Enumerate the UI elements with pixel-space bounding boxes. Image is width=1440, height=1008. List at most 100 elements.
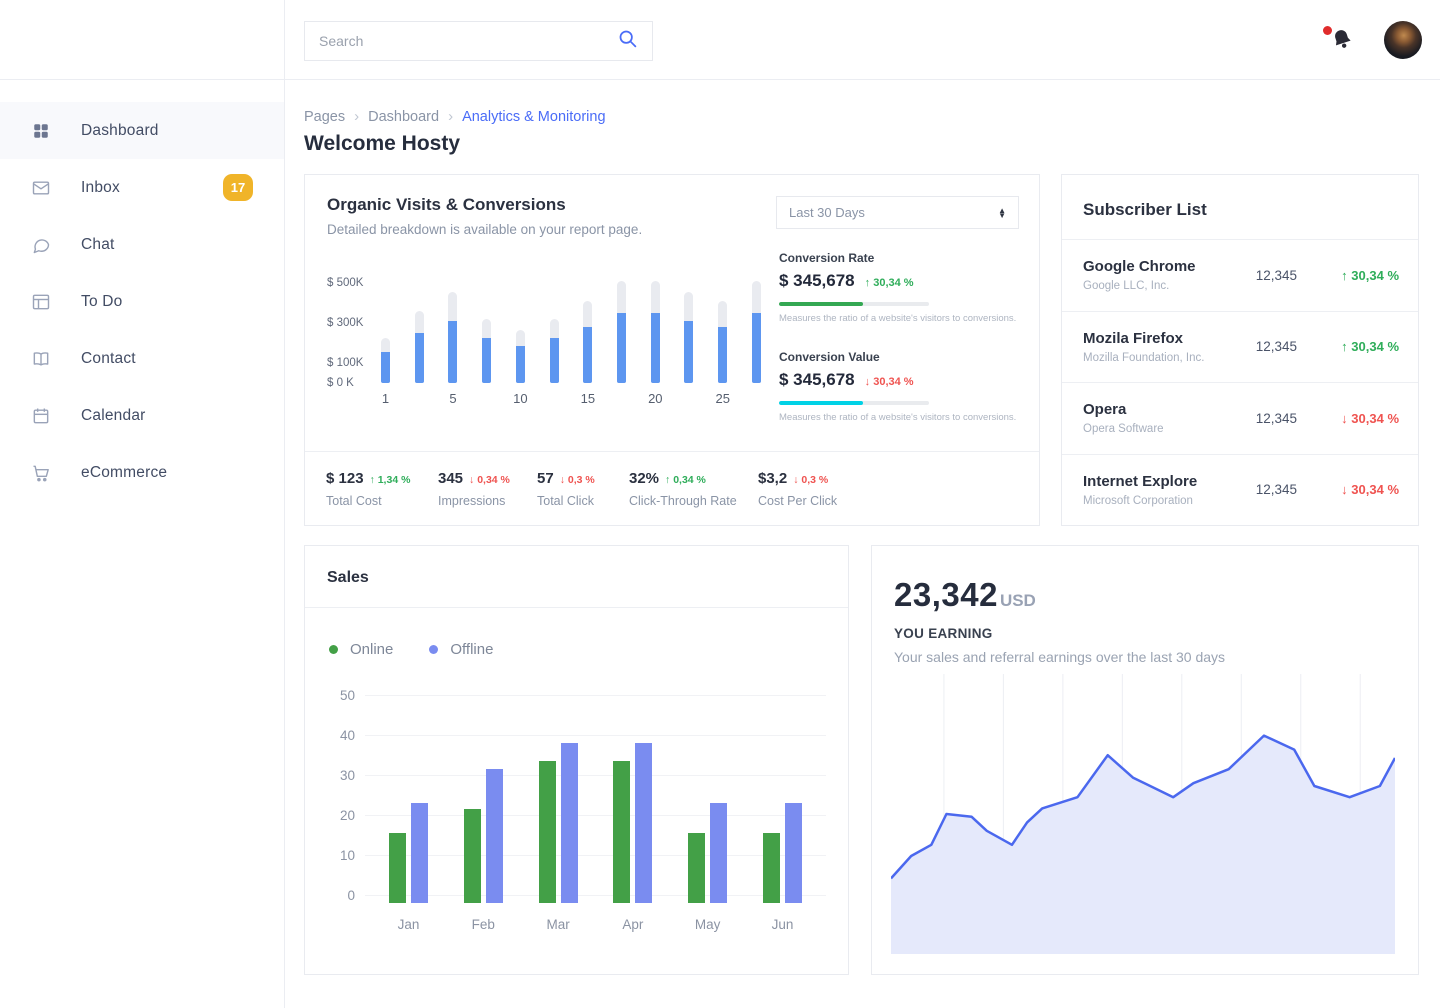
bar-group: Apr [613, 680, 652, 932]
stat-value: $ 123 [326, 470, 364, 487]
subscriber-row-firefox[interactable]: Mozila Firefox Mozilla Foundation, Inc. … [1062, 311, 1418, 383]
x-tick-label: 20 [635, 391, 675, 406]
notification-dot [1323, 26, 1332, 35]
conversions-bar [482, 338, 491, 383]
conversion-value-caption: Measures the ratio of a website's visito… [779, 412, 1023, 423]
subscriber-delta: ↓ 30,34 % [1323, 482, 1399, 497]
bar-group: Feb [464, 680, 503, 932]
breadcrumb-current[interactable]: Analytics & Monitoring [462, 109, 605, 125]
subscriber-name: Internet Explore [1083, 473, 1256, 490]
bar-group [718, 271, 727, 383]
stat-label: Click-Through Rate [629, 494, 758, 508]
conversion-rate-block: Conversion Rate $ 345,678 ↑ 30,34 % Meas… [779, 251, 1023, 324]
conversions-bar [516, 346, 525, 383]
breadcrumb: Pages › Dashboard › Analytics & Monitori… [304, 108, 1419, 125]
subscriber-row-ie[interactable]: Internet Explore Microsoft Corporation 1… [1062, 454, 1418, 526]
trend-arrow-icon: ↑ [665, 474, 670, 486]
y-tick-label: $ 300K [327, 317, 363, 329]
online-bar [763, 833, 780, 903]
search-icon[interactable] [617, 28, 638, 54]
stat-cpc: $3,2 ↓ 0,3 % Cost Per Click [758, 470, 837, 508]
x-tick-label: Feb [464, 917, 503, 932]
sidebar-nav: Dashboard Inbox 17 Chat [0, 102, 284, 501]
sidebar-item-chat[interactable]: Chat [0, 216, 284, 273]
stat-delta: ↑ 1,34 % [370, 474, 411, 486]
card-title: Sales [305, 546, 848, 608]
subscriber-count: 12,345 [1256, 482, 1297, 497]
conversions-bar [583, 327, 592, 383]
sidebar-item-label: Dashboard [81, 122, 159, 140]
trend-arrow-icon: ↓ [469, 474, 474, 486]
online-bar [688, 833, 705, 903]
stat-label: Total Click [537, 494, 629, 508]
conversions-bar [415, 333, 424, 383]
conversions-bar [617, 313, 626, 383]
organic-stats-row: $ 123 ↑ 1,34 % Total Cost 345 ↓ 0,34 % [305, 451, 1039, 525]
online-bar [464, 809, 481, 903]
page-title: Welcome Hosty [304, 132, 1419, 156]
sidebar-item-todo[interactable]: To Do [0, 273, 284, 330]
sidebar-item-label: To Do [81, 293, 123, 311]
search-box[interactable] [304, 21, 653, 61]
conversions-bar [684, 321, 693, 383]
y-tick-label: $ 500K [327, 277, 363, 289]
sidebar-item-label: Contact [81, 350, 136, 368]
earning-currency: USD [1000, 591, 1036, 611]
conversion-value-block: Conversion Value $ 345,678 ↓ 30,34 % Mea… [779, 350, 1023, 423]
trend-arrow-icon: ↓ [793, 474, 798, 486]
breadcrumb-dashboard[interactable]: Dashboard [368, 109, 439, 125]
conversion-value-label: Conversion Value [779, 350, 1023, 364]
breadcrumb-pages[interactable]: Pages [304, 109, 345, 125]
x-tick-label: 5 [433, 391, 473, 406]
sales-bar-chart: 01020304050JanFebMarAprMayJun [319, 680, 830, 932]
trend-arrow-icon: ↑ [370, 474, 375, 486]
legend-dot-icon [429, 645, 438, 654]
user-avatar[interactable] [1384, 21, 1422, 59]
online-bar [539, 761, 556, 903]
card-title: Subscriber List [1062, 175, 1418, 239]
offline-bar [785, 803, 802, 903]
legend-item-offline: Offline [429, 641, 493, 658]
stat-delta: ↓ 0,3 % [560, 474, 595, 486]
conversions-bar [448, 321, 457, 383]
legend-label: Online [350, 641, 393, 658]
conversions-bar [651, 313, 660, 383]
logo [0, 0, 284, 80]
trend-arrow-icon: ↓ [560, 474, 565, 486]
subscriber-delta: ↑ 30,34 % [1323, 268, 1399, 283]
subscriber-count: 12,345 [1256, 268, 1297, 283]
bar-group [684, 271, 693, 383]
subscriber-count: 12,345 [1256, 339, 1297, 354]
subscriber-row-chrome[interactable]: Google Chrome Google LLC, Inc. 12,345 ↑ … [1062, 239, 1418, 311]
sidebar-item-calendar[interactable]: Calendar [0, 387, 284, 444]
select-arrows-icon: ▲▼ [998, 208, 1006, 218]
todo-layout-icon [31, 292, 51, 312]
x-tick-label: 25 [703, 391, 743, 406]
organic-chart-y-axis: $ 500K$ 300K$ 100K$ 0 K [327, 271, 379, 383]
period-select[interactable]: Last 30 Days ▲▼ [776, 196, 1019, 229]
bar-group [381, 271, 390, 383]
sidebar-item-ecommerce[interactable]: eCommerce [0, 444, 284, 501]
search-input[interactable] [319, 33, 617, 49]
earning-area-chart [891, 674, 1395, 954]
bar-group: Jan [389, 680, 428, 932]
earning-caption: Your sales and referral earnings over th… [894, 649, 1418, 665]
bar-group: May [688, 680, 727, 932]
trend-arrow-icon: ↓ [865, 376, 871, 388]
sidebar-item-dashboard[interactable]: Dashboard [0, 102, 284, 159]
stat-label: Impressions [438, 494, 537, 508]
sidebar-item-label: Calendar [81, 407, 146, 425]
notifications-bell-icon[interactable] [1330, 27, 1356, 53]
subscriber-row-opera[interactable]: Opera Opera Software 12,345 ↓ 30,34 % [1062, 382, 1418, 454]
subscriber-name: Google Chrome [1083, 258, 1256, 275]
conversion-value-value: $ 345,678 [779, 370, 855, 390]
sidebar-item-contact[interactable]: Contact [0, 330, 284, 387]
period-select-value: Last 30 Days [789, 205, 998, 220]
legend-dot-icon [329, 645, 338, 654]
breadcrumb-separator: › [345, 108, 368, 125]
y-tick-label: 0 [319, 888, 355, 903]
subscriber-company: Mozilla Foundation, Inc. [1083, 352, 1256, 364]
stat-label: Cost Per Click [758, 494, 837, 508]
sidebar-item-inbox[interactable]: Inbox 17 [0, 159, 284, 216]
stat-value: $3,2 [758, 470, 787, 487]
